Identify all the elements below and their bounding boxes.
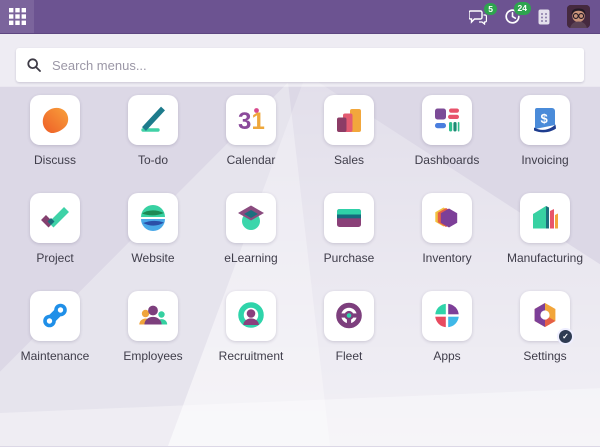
app-tile bbox=[30, 95, 80, 145]
app-label: Maintenance bbox=[21, 349, 90, 363]
employees-app-icon bbox=[137, 300, 169, 332]
svg-text:$: $ bbox=[541, 111, 549, 126]
app-recruitment[interactable]: Recruitment bbox=[202, 291, 300, 363]
app-label: Sales bbox=[334, 153, 364, 167]
app-tile bbox=[226, 291, 276, 341]
settings-check-badge: ✓ bbox=[557, 328, 574, 345]
dashboards-app-icon bbox=[431, 104, 463, 136]
search-input[interactable] bbox=[50, 57, 573, 74]
app-tile bbox=[128, 95, 178, 145]
settings-app-icon bbox=[529, 300, 561, 332]
website-app-icon bbox=[137, 202, 169, 234]
app-label: Dashboards bbox=[415, 153, 480, 167]
recruitment-app-icon bbox=[235, 300, 267, 332]
app-tile: ✓ bbox=[520, 291, 570, 341]
app-tile bbox=[30, 193, 80, 243]
mobile-app-button[interactable] bbox=[538, 9, 550, 25]
app-inventory[interactable]: Inventory bbox=[398, 193, 496, 265]
app-label: Website bbox=[131, 251, 174, 265]
app-label: Employees bbox=[123, 349, 182, 363]
fleet-app-icon bbox=[333, 300, 365, 332]
inventory-app-icon bbox=[431, 202, 463, 234]
messages-badge: 5 bbox=[484, 3, 497, 16]
apps-app-icon bbox=[431, 300, 463, 332]
app-label: Recruitment bbox=[219, 349, 284, 363]
activities-button[interactable]: 24 bbox=[504, 8, 521, 25]
app-invoicing[interactable]: $ Invoicing bbox=[496, 95, 594, 167]
app-tile bbox=[128, 291, 178, 341]
app-grid: Discuss To-do 3 1 Calendar bbox=[0, 82, 600, 363]
home-menu: Discuss To-do 3 1 Calendar bbox=[0, 34, 600, 447]
app-tile bbox=[520, 193, 570, 243]
app-tile: $ bbox=[520, 95, 570, 145]
app-label: Manufacturing bbox=[507, 251, 583, 265]
avatar-image bbox=[567, 5, 590, 28]
app-tile bbox=[422, 291, 472, 341]
app-tile bbox=[324, 95, 374, 145]
search-icon bbox=[27, 58, 41, 72]
maintenance-app-icon bbox=[39, 300, 71, 332]
search-bar[interactable] bbox=[16, 48, 584, 82]
user-avatar[interactable] bbox=[567, 5, 590, 28]
app-label: Project bbox=[36, 251, 73, 265]
discuss-app-icon bbox=[39, 104, 71, 136]
app-label: Purchase bbox=[324, 251, 375, 265]
app-calendar[interactable]: 3 1 Calendar bbox=[202, 95, 300, 167]
app-label: Settings bbox=[523, 349, 566, 363]
svg-text:3: 3 bbox=[238, 108, 251, 135]
topbar-right: 5 24 bbox=[469, 5, 600, 28]
app-label: Apps bbox=[433, 349, 460, 363]
app-project[interactable]: Project bbox=[6, 193, 104, 265]
topbar: 5 24 bbox=[0, 0, 600, 34]
invoicing-app-icon: $ bbox=[529, 104, 561, 136]
app-label: Inventory bbox=[422, 251, 471, 265]
app-settings[interactable]: ✓ Settings bbox=[496, 291, 594, 363]
app-employees[interactable]: Employees bbox=[104, 291, 202, 363]
app-todo[interactable]: To-do bbox=[104, 95, 202, 167]
svg-text:1: 1 bbox=[252, 108, 265, 135]
app-maintenance[interactable]: Maintenance bbox=[6, 291, 104, 363]
app-discuss[interactable]: Discuss bbox=[6, 95, 104, 167]
app-label: Fleet bbox=[336, 349, 363, 363]
activities-badge: 24 bbox=[514, 2, 531, 15]
app-label: Calendar bbox=[227, 153, 276, 167]
sales-app-icon bbox=[333, 104, 365, 136]
app-website[interactable]: Website bbox=[104, 193, 202, 265]
apps-grid-icon bbox=[9, 8, 26, 25]
manufacturing-app-icon bbox=[529, 202, 561, 234]
messages-button[interactable]: 5 bbox=[469, 9, 487, 25]
app-tile: 3 1 bbox=[226, 95, 276, 145]
search-row bbox=[0, 34, 600, 82]
app-label: To-do bbox=[138, 153, 168, 167]
apps-grid-button[interactable] bbox=[0, 0, 34, 33]
todo-app-icon bbox=[137, 104, 169, 136]
project-app-icon bbox=[39, 202, 71, 234]
calendar-app-icon: 3 1 bbox=[235, 104, 267, 136]
app-tile bbox=[30, 291, 80, 341]
app-label: Invoicing bbox=[521, 153, 568, 167]
app-purchase[interactable]: Purchase bbox=[300, 193, 398, 265]
app-manufacturing[interactable]: Manufacturing bbox=[496, 193, 594, 265]
app-sales[interactable]: Sales bbox=[300, 95, 398, 167]
mobile-device-icon bbox=[538, 9, 550, 25]
app-tile bbox=[226, 193, 276, 243]
app-tile bbox=[422, 95, 472, 145]
app-apps[interactable]: Apps bbox=[398, 291, 496, 363]
app-fleet[interactable]: Fleet bbox=[300, 291, 398, 363]
app-label: Discuss bbox=[34, 153, 76, 167]
elearning-app-icon bbox=[235, 202, 267, 234]
purchase-app-icon bbox=[333, 202, 365, 234]
app-label: eLearning bbox=[224, 251, 277, 265]
app-dashboards[interactable]: Dashboards bbox=[398, 95, 496, 167]
app-tile bbox=[324, 291, 374, 341]
app-tile bbox=[324, 193, 374, 243]
app-tile bbox=[128, 193, 178, 243]
app-elearning[interactable]: eLearning bbox=[202, 193, 300, 265]
app-tile bbox=[422, 193, 472, 243]
